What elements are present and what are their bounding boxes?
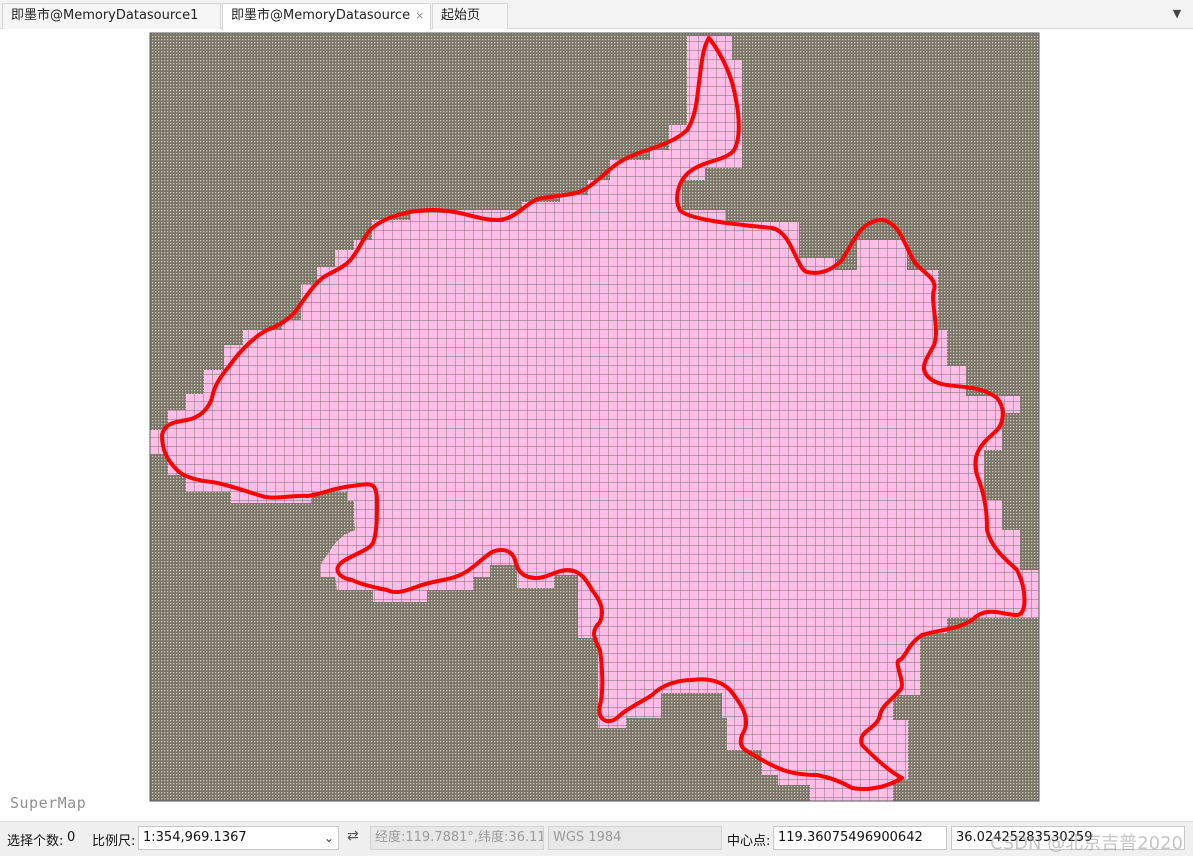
crs-field: WGS 1984 [548, 826, 722, 850]
document-tab-bar: 即墨市@MemoryDatasource1 即墨市@MemoryDatasour… [0, 0, 1193, 30]
supermap-logo: SuperMap [10, 794, 87, 812]
tab-label: 即墨市@MemoryDatasource1 [11, 8, 199, 23]
center-y-value: 36.02425283530259 [956, 830, 1093, 845]
tab-label: 即墨市@MemoryDatasource [231, 8, 411, 23]
coordinate-text: 经度:119.7881°,纬度:36.1128 [375, 830, 544, 845]
scale-label: 比例尺: [92, 834, 136, 849]
center-label: 中心点: [727, 834, 771, 849]
tab-start-page[interactable]: 起始页 [432, 3, 508, 29]
crs-text: WGS 1984 [553, 830, 622, 845]
map-view[interactable]: SuperMap [2, 30, 1191, 821]
map-canvas[interactable] [2, 30, 1191, 821]
scale-select[interactable]: 1:354,969.1367 ⌄ [138, 826, 339, 850]
close-icon[interactable]: × [415, 9, 424, 22]
selection-count-label: 选择个数: [7, 834, 64, 849]
center-x-value: 119.36075496900642 [778, 830, 923, 845]
center-y-input[interactable]: 36.02425283530259 [951, 826, 1185, 850]
tab-memory-datasource-1[interactable]: 即墨市@MemoryDatasource1 [2, 3, 221, 29]
tab-label: 起始页 [441, 8, 481, 23]
coordinate-readout: 经度:119.7881°,纬度:36.1128 [370, 826, 544, 850]
selection-count-value: 0 [67, 830, 76, 845]
tab-memory-datasource[interactable]: 即墨市@MemoryDatasource × [222, 3, 431, 30]
swap-icon[interactable]: ⇄ [347, 828, 359, 844]
status-bar: 选择个数: 0 比例尺: 1:354,969.1367 ⌄ ⇄ 经度:119.7… [0, 821, 1193, 856]
center-x-input[interactable]: 119.36075496900642 [773, 826, 947, 850]
chevron-down-icon[interactable]: ⌄ [324, 827, 334, 849]
chevron-down-icon[interactable]: ▼ [1169, 5, 1185, 23]
scale-value: 1:354,969.1367 [143, 830, 247, 845]
